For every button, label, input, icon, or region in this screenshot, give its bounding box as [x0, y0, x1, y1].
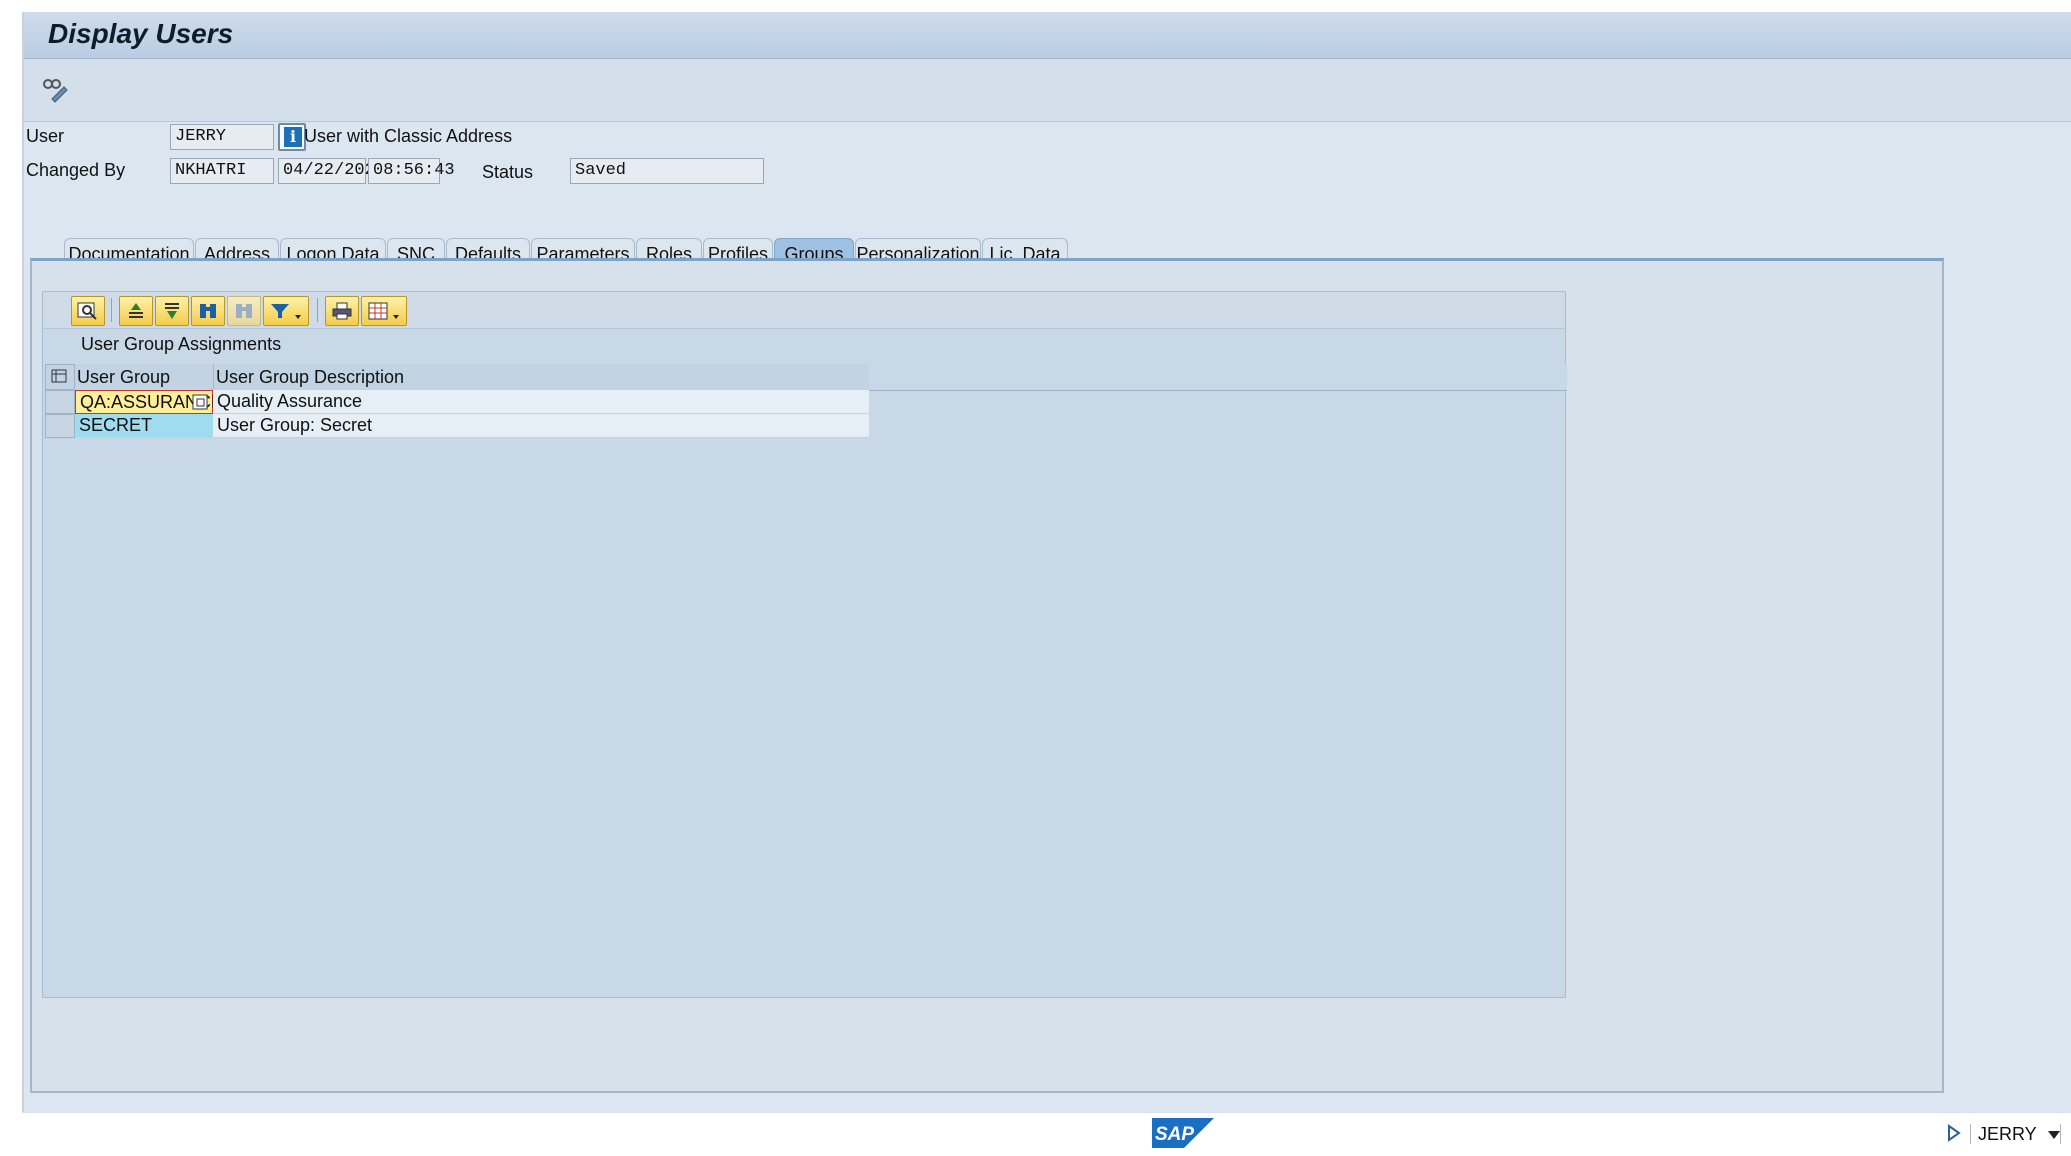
status-user[interactable]: JERRY [1978, 1124, 2061, 1145]
filter-icon [271, 304, 301, 319]
status-label: Status [482, 162, 534, 182]
filter-button[interactable] [263, 296, 309, 326]
user-header: User JERRY i User with Classic Address C… [24, 122, 2071, 212]
application-toolbar [24, 59, 2071, 122]
print-button[interactable] [325, 296, 359, 326]
display-change-icon[interactable] [40, 75, 70, 105]
row-selector[interactable] [45, 414, 75, 438]
layout-button[interactable] [361, 296, 407, 326]
table-row-group-cell[interactable]: QA:ASSURANCE [75, 390, 223, 414]
details-icon [77, 302, 97, 320]
alv-grid-container: User Group Assignments User Group User G… [42, 291, 1567, 998]
sap-logo: SAP [1152, 1118, 1214, 1148]
alv-toolbar [43, 292, 1565, 329]
layout-icon [368, 302, 399, 320]
info-button[interactable]: i [278, 123, 306, 151]
binoculars-icon [200, 304, 216, 318]
find-next-button[interactable] [227, 296, 261, 326]
select-all-icon[interactable] [45, 364, 75, 390]
user-type-text: User with Classic Address [304, 126, 513, 146]
toolbar-separator [317, 298, 318, 322]
status-field[interactable]: Saved [570, 158, 764, 184]
table-row-description-cell[interactable]: Quality Assurance [213, 390, 869, 414]
column-header-filler [869, 364, 1567, 391]
changed-by-field[interactable]: NKHATRI [170, 158, 274, 184]
table-row-description-cell[interactable]: User Group: Secret [213, 414, 869, 438]
print-icon [332, 302, 352, 320]
svg-text:SAP: SAP [1155, 1124, 1194, 1145]
title-bar: Display Users [24, 12, 2071, 59]
table-row-group-cell[interactable]: SECRET [75, 414, 213, 438]
info-icon: i [284, 127, 302, 147]
changed-date-field[interactable]: 04/22/2024 [278, 158, 385, 184]
groups-tab-panel: User Group Assignments User Group User G… [30, 258, 1944, 1093]
value-help-icon[interactable] [192, 394, 208, 410]
page-title: Display Users [48, 18, 234, 49]
details-button[interactable] [71, 296, 105, 326]
sort-descending-button[interactable] [155, 296, 189, 326]
changed-time-field[interactable]: 08:56:43 [368, 158, 455, 184]
sap-window: Display Users User JERRY i User with Cla… [22, 12, 2071, 1112]
changed-by-label: Changed By [26, 160, 126, 180]
sort-ascending-button[interactable] [119, 296, 153, 326]
sort-ascending-icon [129, 303, 143, 318]
column-header-description[interactable]: User Group Description [213, 364, 872, 391]
status-separator [2060, 1124, 2061, 1144]
binoculars-plus-icon [236, 304, 252, 318]
alv-title: User Group Assignments [81, 334, 282, 354]
user-field[interactable]: JERRY [170, 124, 274, 150]
user-label: User [26, 126, 65, 146]
find-button[interactable] [191, 296, 225, 326]
toolbar-separator [111, 298, 112, 322]
status-bar [22, 1112, 2071, 1156]
status-expand-icon[interactable] [1947, 1124, 1961, 1142]
status-separator [1970, 1124, 1971, 1144]
sort-descending-icon [165, 303, 179, 319]
status-user-label: JERRY [1978, 1124, 2037, 1144]
column-header-user-group[interactable]: User Group [75, 364, 215, 391]
row-selector[interactable] [45, 390, 75, 414]
